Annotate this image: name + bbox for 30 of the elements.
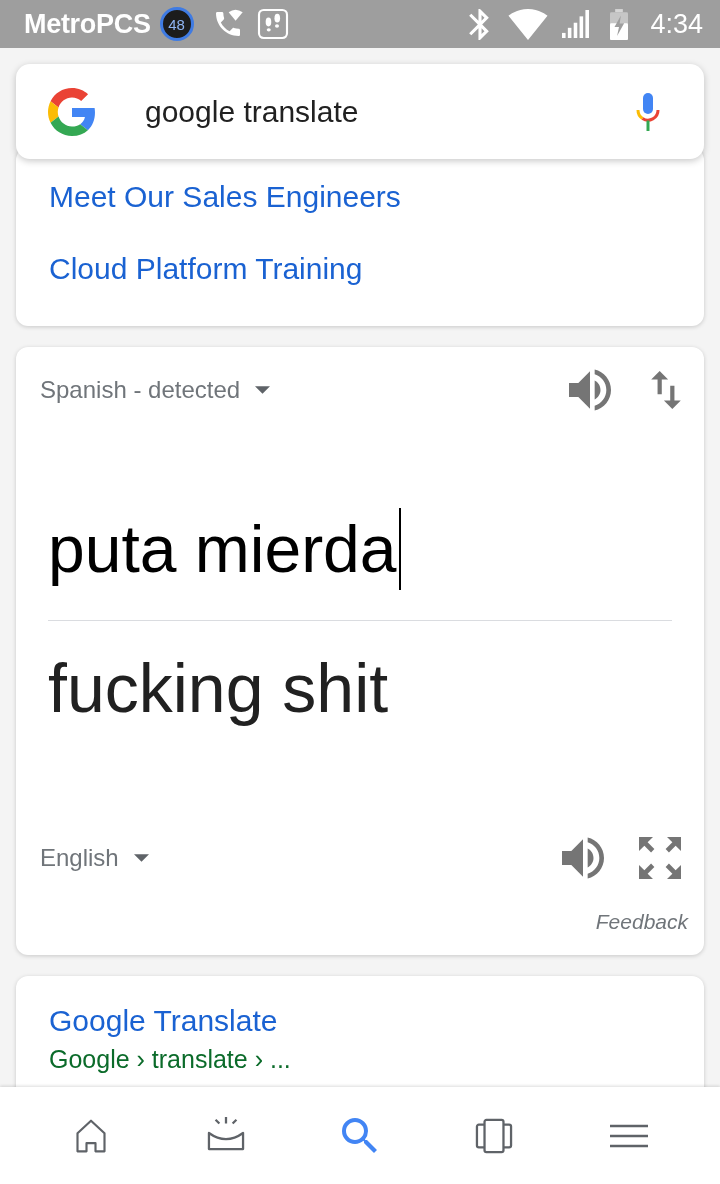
language-dropdown[interactable]: Spanish - detected [40,374,271,406]
feedback-link[interactable]: Feedback [595,907,688,937]
cards-icon[interactable] [474,1117,515,1154]
carrier-name: MetroPCS [24,8,151,40]
result-title-link[interactable]: Google Translate [49,1001,278,1041]
menu-icon[interactable] [609,1123,648,1148]
search-field[interactable]: google translate [145,91,635,132]
signal-icon [562,10,591,38]
battery-charging-icon [610,8,629,40]
language-dropdown[interactable]: English [40,842,149,874]
caret-icon [133,854,149,862]
translation-text: fucking shit [48,649,389,728]
google-logo-icon [48,87,96,136]
swap-arrows-icon[interactable] [651,371,681,409]
expand-icon[interactable] [639,837,681,879]
bluetooth-icon [469,8,490,40]
result-link[interactable]: Meet Our Sales Engineers [49,177,401,217]
microphone-icon[interactable] [635,91,661,132]
result-link[interactable]: Cloud Platform Training [49,249,363,289]
notification-count-badge: 48 [159,7,194,41]
result-breadcrumb: Google › translate › ... [49,1044,291,1075]
caret-icon [255,386,271,394]
speaker-icon[interactable] [569,369,611,411]
footprints-icon [256,8,289,40]
tray-icon[interactable] [205,1114,246,1151]
source-text-field[interactable]: puta mierda [48,508,672,621]
search-icon[interactable] [342,1117,378,1154]
clock-time: 4:34 [650,8,703,40]
wifi-icon [508,8,549,40]
speaker-icon[interactable] [562,837,604,879]
